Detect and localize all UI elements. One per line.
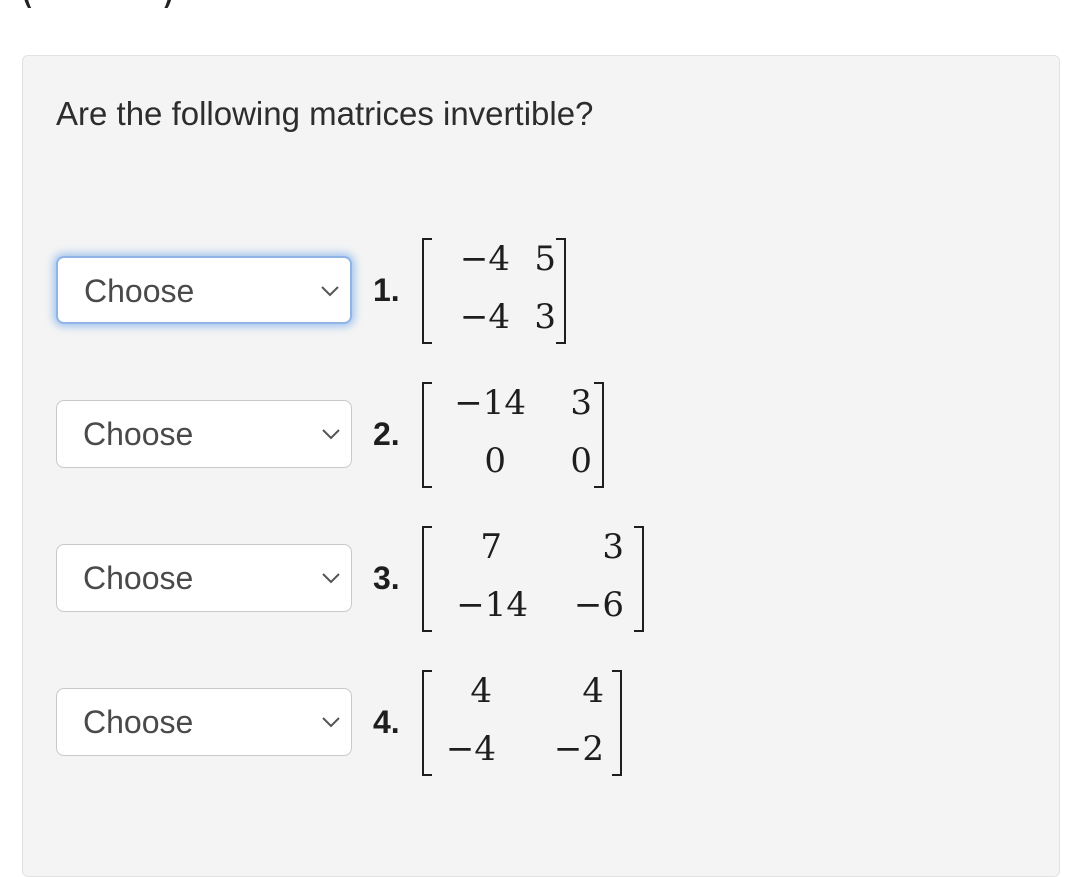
matrix-cell: −14	[454, 383, 526, 423]
right-bracket	[556, 238, 566, 344]
right-bracket	[594, 382, 604, 488]
matrix-cell: 0	[570, 441, 592, 481]
item-number: 1.	[373, 272, 400, 308]
matrix-cell: 3	[534, 297, 556, 337]
chevron-down-icon	[322, 717, 340, 728]
matrix-cell: −4	[445, 729, 496, 769]
matrix-cell: −14	[456, 585, 528, 625]
matrix-row-3: Choose 3. 7 3 −14 −6	[56, 526, 756, 662]
item-number: 3.	[373, 560, 400, 596]
previous-content-fragment: ( )	[20, 0, 180, 8]
matrix-1: −4 5 −4 3	[422, 238, 566, 348]
matrix-row-1: Choose 1. −4 5 −4 3	[56, 238, 756, 374]
matrix-cell: 4	[582, 671, 604, 711]
matrix-row-2: Choose 2. −14 3 0 0	[56, 382, 756, 518]
matrix-row-4: Choose 4. 4 4 −4 −2	[56, 670, 756, 806]
select-value: Choose	[84, 273, 195, 309]
matrix-cell: 5	[534, 239, 556, 279]
right-bracket	[634, 526, 644, 632]
matrix-cell: 7	[480, 527, 502, 567]
matrix-cell: 3	[602, 527, 624, 567]
matrix-cell: −4	[459, 239, 510, 279]
left-bracket	[422, 382, 432, 488]
matrix-cell: −6	[573, 585, 624, 625]
item-number: 2.	[373, 416, 400, 452]
select-value: Choose	[83, 704, 194, 740]
left-bracket	[422, 526, 432, 632]
select-value: Choose	[83, 560, 194, 596]
left-bracket	[422, 670, 432, 776]
left-paren-glyph: (	[20, 0, 36, 8]
answer-select-1[interactable]: Choose	[56, 256, 352, 324]
right-paren-glyph: )	[160, 0, 176, 8]
matrix-cell: −4	[459, 297, 510, 337]
question-card: Are the following matrices invertible? C…	[22, 55, 1060, 877]
matrix-2: −14 3 0 0	[422, 382, 604, 492]
answer-select-3[interactable]: Choose	[56, 544, 352, 612]
matrix-3: 7 3 −14 −6	[422, 526, 644, 636]
chevron-down-icon	[322, 573, 340, 584]
chevron-down-icon	[321, 286, 339, 297]
answer-select-4[interactable]: Choose	[56, 688, 352, 756]
matrix-cell: −2	[553, 729, 604, 769]
item-number: 4.	[373, 704, 400, 740]
matrix-cell: 4	[470, 671, 492, 711]
right-bracket	[612, 670, 622, 776]
matrix-4: 4 4 −4 −2	[422, 670, 622, 780]
question-text: Are the following matrices invertible?	[56, 95, 594, 132]
matrix-cell: 0	[484, 441, 506, 481]
chevron-down-icon	[322, 429, 340, 440]
answer-select-2[interactable]: Choose	[56, 400, 352, 468]
left-bracket	[422, 238, 432, 344]
matrix-cell: 3	[570, 383, 592, 423]
select-value: Choose	[83, 416, 194, 452]
